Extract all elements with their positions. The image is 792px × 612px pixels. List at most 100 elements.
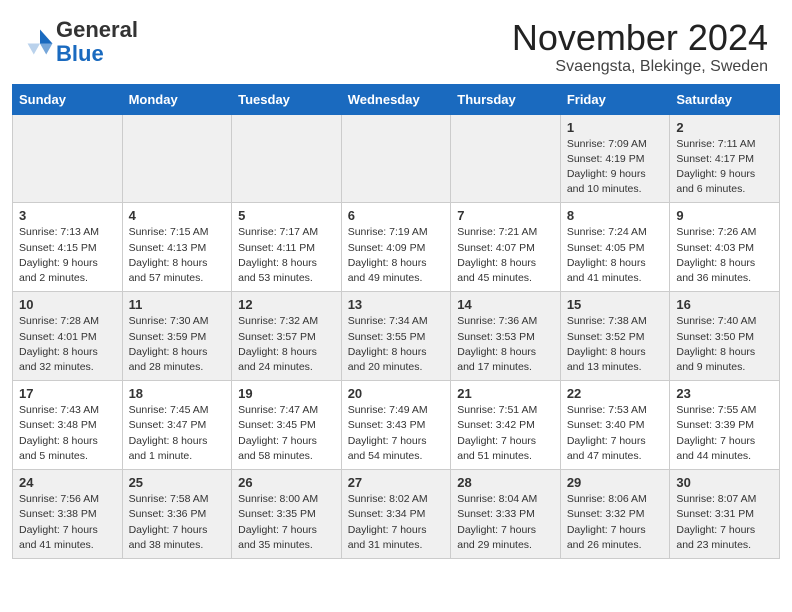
day-number: 9 — [676, 208, 773, 223]
day-info: Sunrise: 7:13 AM Sunset: 4:15 PM Dayligh… — [19, 225, 116, 286]
table-row: 20 Sunrise: 7:49 AM Sunset: 3:43 PM Dayli… — [341, 381, 451, 470]
table-row: 11 Sunrise: 7:30 AM Sunset: 3:59 PM Dayli… — [122, 292, 232, 381]
day-number: 29 — [567, 475, 664, 490]
day-number: 7 — [457, 208, 554, 223]
day-number: 11 — [129, 297, 226, 312]
table-row: 8 Sunrise: 7:24 AM Sunset: 4:05 PM Daylig… — [560, 203, 670, 292]
day-info: Sunrise: 7:36 AM Sunset: 3:53 PM Dayligh… — [457, 314, 554, 375]
day-number: 22 — [567, 386, 664, 401]
day-info: Sunrise: 7:56 AM Sunset: 3:38 PM Dayligh… — [19, 492, 116, 553]
header-tuesday: Tuesday — [232, 84, 342, 114]
day-number: 24 — [19, 475, 116, 490]
table-row: 10 Sunrise: 7:28 AM Sunset: 4:01 PM Dayli… — [13, 292, 123, 381]
logo-blue-text: Blue — [56, 41, 104, 66]
day-info: Sunrise: 7:17 AM Sunset: 4:11 PM Dayligh… — [238, 225, 335, 286]
table-row: 24 Sunrise: 7:56 AM Sunset: 3:38 PM Dayli… — [13, 470, 123, 559]
day-number: 4 — [129, 208, 226, 223]
day-number: 23 — [676, 386, 773, 401]
day-number: 17 — [19, 386, 116, 401]
day-number: 19 — [238, 386, 335, 401]
calendar-week-row: 3 Sunrise: 7:13 AM Sunset: 4:15 PM Daylig… — [13, 203, 780, 292]
day-number: 25 — [129, 475, 226, 490]
table-row: 15Sunrise: 7:38 AM Sunset: 3:52 PM Dayli… — [560, 292, 670, 381]
table-row: 13 Sunrise: 7:34 AM Sunset: 3:55 PM Dayli… — [341, 292, 451, 381]
day-number: 8 — [567, 208, 664, 223]
day-info: Sunrise: 8:06 AM Sunset: 3:32 PM Dayligh… — [567, 492, 664, 553]
table-row: 5 Sunrise: 7:17 AM Sunset: 4:11 PM Daylig… — [232, 203, 342, 292]
table-row: 1Sunrise: 7:09 AM Sunset: 4:19 PM Daylig… — [560, 114, 670, 203]
logo: General Blue — [24, 18, 138, 66]
logo-icon — [26, 28, 54, 56]
day-info: Sunrise: 7:24 AM Sunset: 4:05 PM Dayligh… — [567, 225, 664, 286]
day-number: 18 — [129, 386, 226, 401]
table-row: 6 Sunrise: 7:19 AM Sunset: 4:09 PM Daylig… — [341, 203, 451, 292]
day-info: Sunrise: 7:28 AM Sunset: 4:01 PM Dayligh… — [19, 314, 116, 375]
header-sunday: Sunday — [13, 84, 123, 114]
header-thursday: Thursday — [451, 84, 561, 114]
header-saturday: Saturday — [670, 84, 780, 114]
header-friday: Friday — [560, 84, 670, 114]
calendar-header-row: Sunday Monday Tuesday Wednesday Thursday… — [13, 84, 780, 114]
day-number: 1 — [567, 120, 664, 135]
day-number: 10 — [19, 297, 116, 312]
page-title: November 2024 — [512, 18, 768, 58]
day-info: Sunrise: 8:07 AM Sunset: 3:31 PM Dayligh… — [676, 492, 773, 553]
calendar-container: Sunday Monday Tuesday Wednesday Thursday… — [0, 84, 792, 571]
calendar-week-row: 10 Sunrise: 7:28 AM Sunset: 4:01 PM Dayli… — [13, 292, 780, 381]
day-info: Sunrise: 7:32 AM Sunset: 3:57 PM Dayligh… — [238, 314, 335, 375]
header-monday: Monday — [122, 84, 232, 114]
table-row: 22 Sunrise: 7:53 AM Sunset: 3:40 PM Dayli… — [560, 381, 670, 470]
table-row: 18 Sunrise: 7:45 AM Sunset: 3:47 PM Dayli… — [122, 381, 232, 470]
day-info: Sunrise: 7:58 AM Sunset: 3:36 PM Dayligh… — [129, 492, 226, 553]
day-number: 2 — [676, 120, 773, 135]
table-row: 12Sunrise: 7:32 AM Sunset: 3:57 PM Dayli… — [232, 292, 342, 381]
calendar-table: Sunday Monday Tuesday Wednesday Thursday… — [12, 84, 780, 559]
table-row: 27Sunrise: 8:02 AM Sunset: 3:34 PM Dayli… — [341, 470, 451, 559]
table-row: 29 Sunrise: 8:06 AM Sunset: 3:32 PM Dayli… — [560, 470, 670, 559]
day-info: Sunrise: 7:45 AM Sunset: 3:47 PM Dayligh… — [129, 403, 226, 464]
day-number: 28 — [457, 475, 554, 490]
table-row — [341, 114, 451, 203]
table-row: 17 Sunrise: 7:43 AM Sunset: 3:48 PM Dayli… — [13, 381, 123, 470]
title-area: November 2024 Svaengsta, Blekinge, Swede… — [512, 18, 768, 76]
table-row: 21Sunrise: 7:51 AM Sunset: 3:42 PM Dayli… — [451, 381, 561, 470]
table-row: 4Sunrise: 7:15 AM Sunset: 4:13 PM Daylig… — [122, 203, 232, 292]
calendar-week-row: 17 Sunrise: 7:43 AM Sunset: 3:48 PM Dayli… — [13, 381, 780, 470]
day-number: 27 — [348, 475, 445, 490]
table-row: 16Sunrise: 7:40 AM Sunset: 3:50 PM Dayli… — [670, 292, 780, 381]
day-number: 14 — [457, 297, 554, 312]
day-info: Sunrise: 8:00 AM Sunset: 3:35 PM Dayligh… — [238, 492, 335, 553]
day-info: Sunrise: 7:26 AM Sunset: 4:03 PM Dayligh… — [676, 225, 773, 286]
table-row: 9 Sunrise: 7:26 AM Sunset: 4:03 PM Daylig… — [670, 203, 780, 292]
day-info: Sunrise: 7:43 AM Sunset: 3:48 PM Dayligh… — [19, 403, 116, 464]
day-info: Sunrise: 7:30 AM Sunset: 3:59 PM Dayligh… — [129, 314, 226, 375]
day-info: Sunrise: 7:34 AM Sunset: 3:55 PM Dayligh… — [348, 314, 445, 375]
day-info: Sunrise: 7:19 AM Sunset: 4:09 PM Dayligh… — [348, 225, 445, 286]
calendar-week-row: 1Sunrise: 7:09 AM Sunset: 4:19 PM Daylig… — [13, 114, 780, 203]
day-number: 21 — [457, 386, 554, 401]
day-number: 16 — [676, 297, 773, 312]
logo-general-text: General — [56, 17, 138, 42]
day-number: 3 — [19, 208, 116, 223]
page-subtitle: Svaengsta, Blekinge, Sweden — [512, 58, 768, 76]
day-info: Sunrise: 7:47 AM Sunset: 3:45 PM Dayligh… — [238, 403, 335, 464]
day-info: Sunrise: 7:55 AM Sunset: 3:39 PM Dayligh… — [676, 403, 773, 464]
table-row: 25 Sunrise: 7:58 AM Sunset: 3:36 PM Dayli… — [122, 470, 232, 559]
table-row — [122, 114, 232, 203]
day-info: Sunrise: 7:49 AM Sunset: 3:43 PM Dayligh… — [348, 403, 445, 464]
table-row: 26 Sunrise: 8:00 AM Sunset: 3:35 PM Dayli… — [232, 470, 342, 559]
table-row: 19 Sunrise: 7:47 AM Sunset: 3:45 PM Dayli… — [232, 381, 342, 470]
day-info: Sunrise: 7:53 AM Sunset: 3:40 PM Dayligh… — [567, 403, 664, 464]
day-number: 26 — [238, 475, 335, 490]
table-row — [13, 114, 123, 203]
day-number: 6 — [348, 208, 445, 223]
day-number: 20 — [348, 386, 445, 401]
table-row: 30Sunrise: 8:07 AM Sunset: 3:31 PM Dayli… — [670, 470, 780, 559]
day-number: 5 — [238, 208, 335, 223]
day-info: Sunrise: 7:11 AM Sunset: 4:17 PM Dayligh… — [676, 137, 773, 198]
table-row: 14 Sunrise: 7:36 AM Sunset: 3:53 PM Dayli… — [451, 292, 561, 381]
day-number: 13 — [348, 297, 445, 312]
day-number: 15 — [567, 297, 664, 312]
calendar-week-row: 24 Sunrise: 7:56 AM Sunset: 3:38 PM Dayli… — [13, 470, 780, 559]
day-info: Sunrise: 8:04 AM Sunset: 3:33 PM Dayligh… — [457, 492, 554, 553]
